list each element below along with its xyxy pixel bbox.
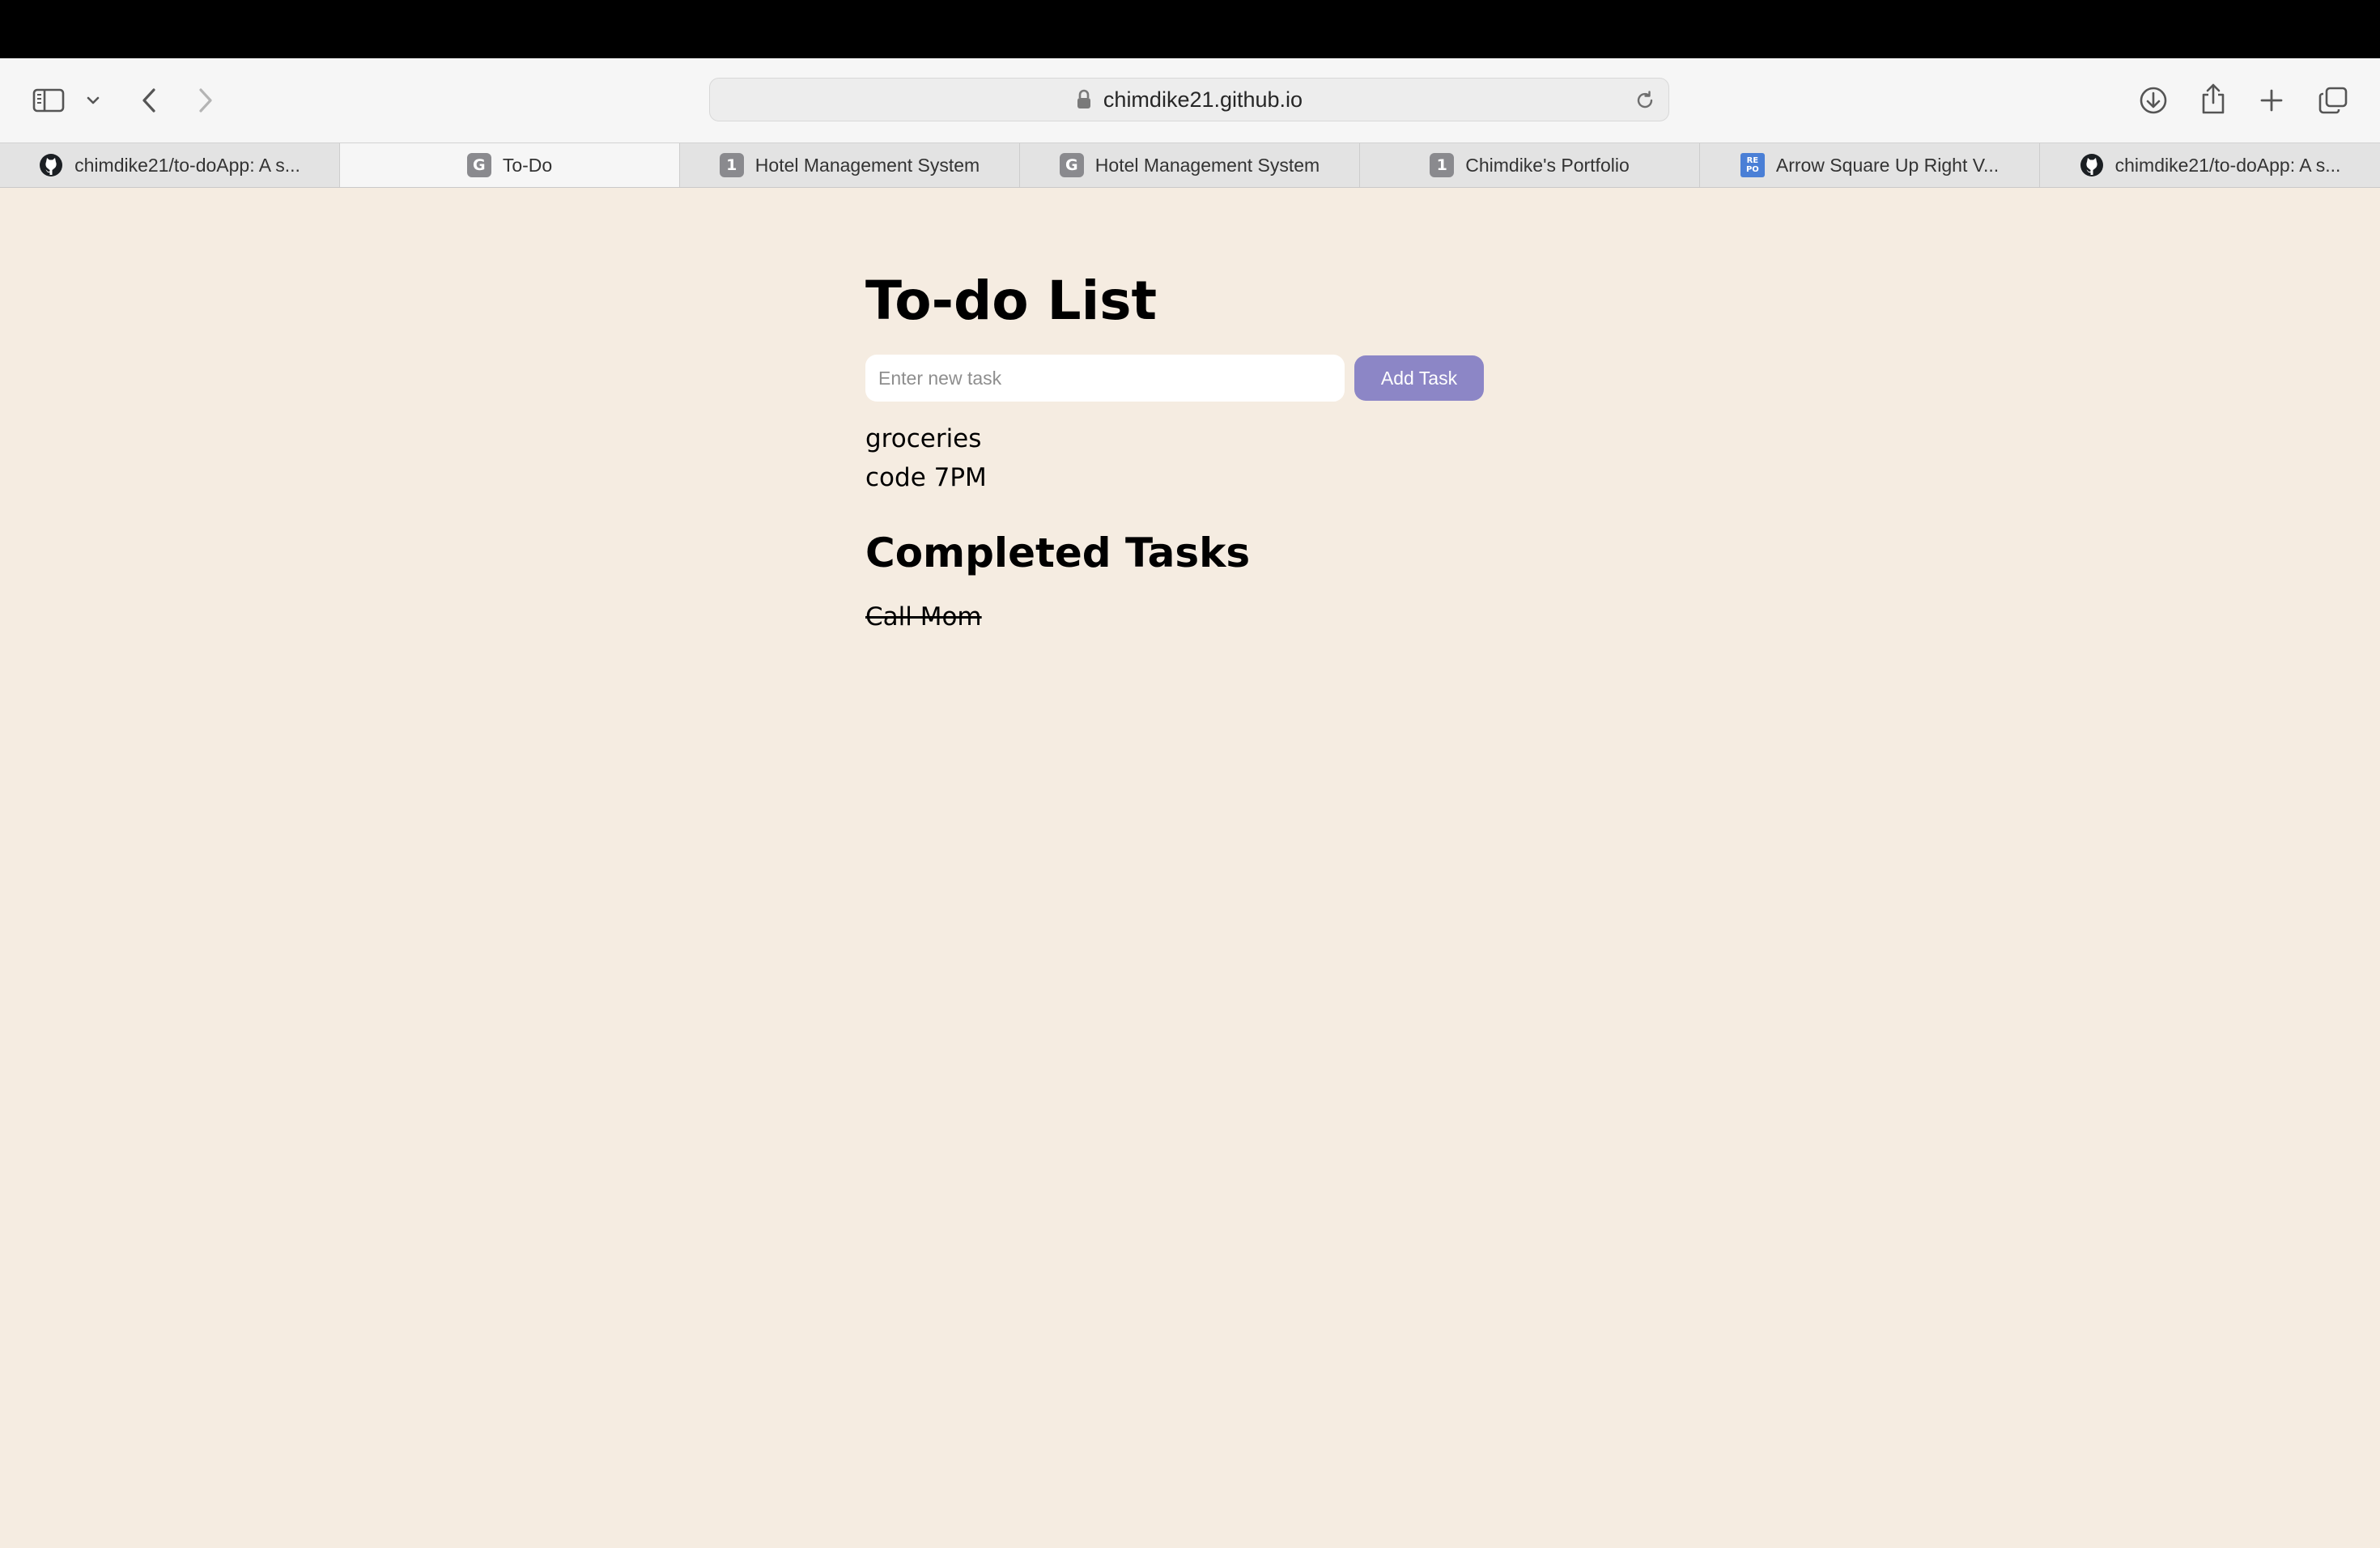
github-icon (39, 153, 63, 177)
tab-todo[interactable]: G To-Do (340, 143, 680, 187)
back-button[interactable] (125, 76, 173, 125)
number-1-favicon-icon: 1 (719, 153, 744, 177)
plus-icon (2260, 89, 2283, 112)
tab-overview-icon (2318, 87, 2348, 114)
tab-label: chimdike21/to-doApp: A s... (2114, 154, 2341, 176)
tab-label: Hotel Management System (1094, 154, 1320, 176)
completed-tasks-heading: Completed Tasks (865, 529, 1251, 576)
page-title: To-do List (865, 270, 1158, 332)
completed-task-item[interactable]: Call Mom (865, 598, 1594, 636)
new-task-input[interactable] (865, 355, 1345, 402)
forward-button[interactable] (181, 76, 230, 125)
tab-label: chimdike21/to-doApp: A s... (74, 154, 300, 176)
tab-label: Chimdike's Portfolio (1465, 154, 1630, 176)
chevron-left-icon (142, 88, 155, 113)
reload-icon (1637, 91, 1653, 108)
repo-favicon-icon: RE PO (1740, 153, 1765, 177)
tab-arrow-square[interactable]: RE PO Arrow Square Up Right V... (1700, 143, 2040, 187)
tab-group-menu-button[interactable] (74, 76, 112, 125)
tab-bar: chimdike21/to-doApp: A s... G To-Do 1 Ho… (0, 142, 2380, 188)
todo-app: To-do List Add Task groceries code 7PM C… (865, 259, 1594, 636)
browser-toolbar: chimdike21.github.io (0, 58, 2380, 142)
download-icon (2140, 87, 2167, 114)
sidebar-icon (32, 88, 65, 113)
chevron-down-icon (87, 96, 100, 104)
tab-overview-button[interactable] (2309, 76, 2357, 125)
add-task-button[interactable]: Add Task (1354, 355, 1484, 401)
add-task-row: Add Task (865, 355, 1594, 402)
sidebar-toggle-button[interactable] (24, 76, 73, 125)
url-text: chimdike21.github.io (1103, 87, 1303, 112)
chevron-right-icon (199, 88, 212, 113)
letter-g-favicon-icon: G (466, 153, 491, 177)
system-menubar (0, 0, 2380, 58)
tab-hotel-management-2[interactable]: G Hotel Management System (1020, 143, 1360, 187)
tab-hotel-management-1[interactable]: 1 Hotel Management System (680, 143, 1020, 187)
task-item[interactable]: groceries (865, 419, 1594, 458)
address-bar[interactable]: chimdike21.github.io (709, 78, 1669, 121)
tab-label: To-Do (502, 154, 553, 176)
lock-icon (1077, 89, 1090, 108)
task-item[interactable]: code 7PM (865, 458, 1594, 497)
new-tab-button[interactable] (2247, 76, 2296, 125)
share-icon (2202, 83, 2225, 114)
task-list: groceries code 7PM (865, 419, 1594, 497)
tab-portfolio[interactable]: 1 Chimdike's Portfolio (1360, 143, 1700, 187)
reload-button[interactable] (1631, 87, 1659, 114)
downloads-button[interactable] (2129, 76, 2178, 125)
number-1-favicon-icon: 1 (1430, 153, 1455, 177)
share-button[interactable] (2189, 74, 2238, 123)
tab-github-todoapp-2[interactable]: chimdike21/to-doApp: A s... (2040, 143, 2380, 187)
tab-label: Arrow Square Up Right V... (1775, 154, 2000, 176)
github-icon (2080, 153, 2104, 177)
letter-g-favicon-icon: G (1059, 153, 1084, 177)
tab-label: Hotel Management System (754, 154, 980, 176)
tab-github-todoapp[interactable]: chimdike21/to-doApp: A s... (0, 143, 340, 187)
completed-task-list: Call Mom (865, 598, 1594, 636)
